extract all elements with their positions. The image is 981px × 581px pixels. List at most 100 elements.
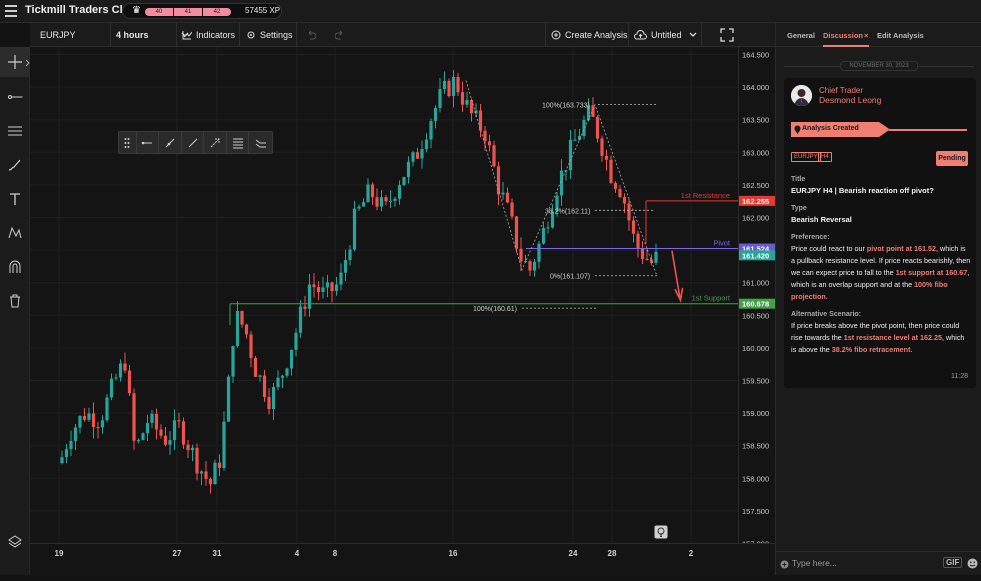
candle: [186, 444, 190, 451]
horizontal-ray-icon[interactable]: [137, 132, 160, 153]
symbol-selector[interactable]: EURJPY: [40, 23, 76, 47]
candle: [235, 311, 240, 347]
candle: [397, 185, 402, 199]
candle: [82, 416, 87, 420]
candle: [303, 306, 307, 309]
author-role: Chief Trader: [819, 86, 864, 95]
candle: [361, 202, 366, 207]
candlestick-chart[interactable]: 1st Resistance Pivot 1st Support 100%(163.7…: [30, 47, 738, 544]
price-tick-label: 159.500: [742, 377, 769, 386]
time-tick-label: 2: [689, 549, 694, 558]
candle: [501, 192, 505, 195]
author-name[interactable]: Desmond Leong: [819, 95, 881, 105]
candle: [262, 375, 267, 398]
time-tick-label: 24: [569, 549, 578, 558]
gif-button[interactable]: GIF: [943, 557, 963, 568]
redo-icon[interactable]: [335, 30, 345, 40]
timeframe-selector[interactable]: 4 hours: [116, 23, 189, 47]
candle: [136, 439, 141, 441]
active-tab-indicator: [823, 45, 869, 47]
avatar[interactable]: [791, 85, 812, 106]
create-analysis-button[interactable]: Create Analysis: [551, 23, 628, 47]
candle: [213, 462, 217, 485]
emoji-icon[interactable]: [967, 558, 978, 569]
candle: [627, 203, 631, 221]
trash-icon[interactable]: [0, 286, 30, 316]
indicators-button[interactable]: Indicators: [182, 23, 235, 47]
price-tick-label: 162.000: [742, 214, 769, 223]
tab-edit-analysis[interactable]: Edit Analysis: [877, 31, 924, 40]
candle: [609, 159, 613, 183]
time-axis[interactable]: 19 27 31 4 8 16 24 28 2: [30, 543, 775, 575]
candle: [159, 429, 163, 436]
price-tag-label: 161.420: [742, 251, 769, 260]
horizontal-line-icon[interactable]: [0, 82, 30, 112]
add-icon[interactable]: [780, 560, 789, 569]
candle: [411, 152, 415, 162]
panel-tabs: General Discussion × Edit Analysis: [776, 23, 981, 47]
tab-general[interactable]: General: [787, 31, 815, 40]
price-axis[interactable]: 164.500 164.000 163.500 163.000 162.500 162.0…: [738, 47, 776, 549]
preference-text: Price could react to our pivot point at …: [791, 244, 971, 301]
candle: [253, 357, 258, 377]
chat-input[interactable]: Type here...: [792, 558, 837, 568]
price-chart[interactable]: 1st Resistance Pivot 1st Support 100%(163.7…: [30, 47, 738, 544]
candle: [285, 368, 289, 376]
pattern-icon[interactable]: [0, 218, 30, 248]
candle: [105, 397, 109, 421]
undo-icon[interactable]: [306, 30, 316, 40]
candle: [181, 421, 186, 445]
type-label: Type: [791, 205, 807, 212]
settings-button[interactable]: Settings: [246, 23, 293, 47]
hamburger-menu-icon[interactable]: [5, 5, 17, 17]
crown-icon: ♛: [132, 5, 141, 16]
candle: [370, 184, 375, 198]
message-time: 11:28: [951, 373, 968, 380]
trendline-icon[interactable]: [159, 132, 182, 153]
arrow-line-icon[interactable]: [204, 132, 227, 153]
candle: [60, 457, 64, 464]
layout-selector[interactable]: Untitled: [634, 23, 697, 47]
candle: [118, 363, 123, 378]
candle: [514, 216, 519, 249]
price-tick-label: 160.500: [742, 311, 769, 320]
drag-handle-icon[interactable]: [119, 132, 137, 153]
candle: [460, 92, 465, 105]
timeframe-label: 4 hours: [116, 30, 149, 40]
candle: [541, 228, 546, 244]
analysis-title: EURJPY H4 | Bearish reaction off pivot?: [791, 186, 934, 195]
candle: [177, 420, 181, 422]
candle: [600, 138, 604, 156]
brush-icon[interactable]: [0, 150, 30, 180]
candle: [91, 413, 96, 428]
candle: [528, 261, 532, 271]
candle: [510, 202, 514, 217]
layers-icon[interactable]: [0, 527, 30, 557]
tab-discussion[interactable]: Discussion: [823, 31, 863, 40]
fullscreen-icon[interactable]: [720, 28, 734, 42]
text-icon[interactable]: [0, 184, 30, 214]
fib-retracement-icon[interactable]: [227, 132, 250, 153]
candle: [640, 248, 645, 259]
channel-icon[interactable]: [249, 132, 272, 153]
magnet-icon[interactable]: [0, 252, 30, 282]
message-date: NOVEMBER 30, 2023: [840, 61, 918, 71]
xp-progress[interactable]: ♛ 40 41 42 57455 XP: [122, 3, 282, 19]
line-icon[interactable]: [182, 132, 205, 153]
candle: [64, 449, 69, 458]
tab-close-icon[interactable]: ×: [864, 31, 868, 40]
candle: [420, 149, 424, 159]
candle: [591, 105, 595, 117]
candle: [145, 422, 150, 434]
candle: [546, 227, 550, 229]
candle: [69, 440, 73, 450]
candle: [289, 349, 294, 369]
chevron-down-icon: [689, 32, 696, 37]
price-tick-label: 158.000: [742, 474, 769, 483]
candle: [127, 370, 132, 394]
candle: [240, 311, 244, 325]
parallel-channel-icon[interactable]: [0, 116, 30, 146]
candle: [622, 196, 627, 204]
status-timeline: [889, 129, 967, 131]
lightbulb-icon[interactable]: [654, 525, 668, 539]
